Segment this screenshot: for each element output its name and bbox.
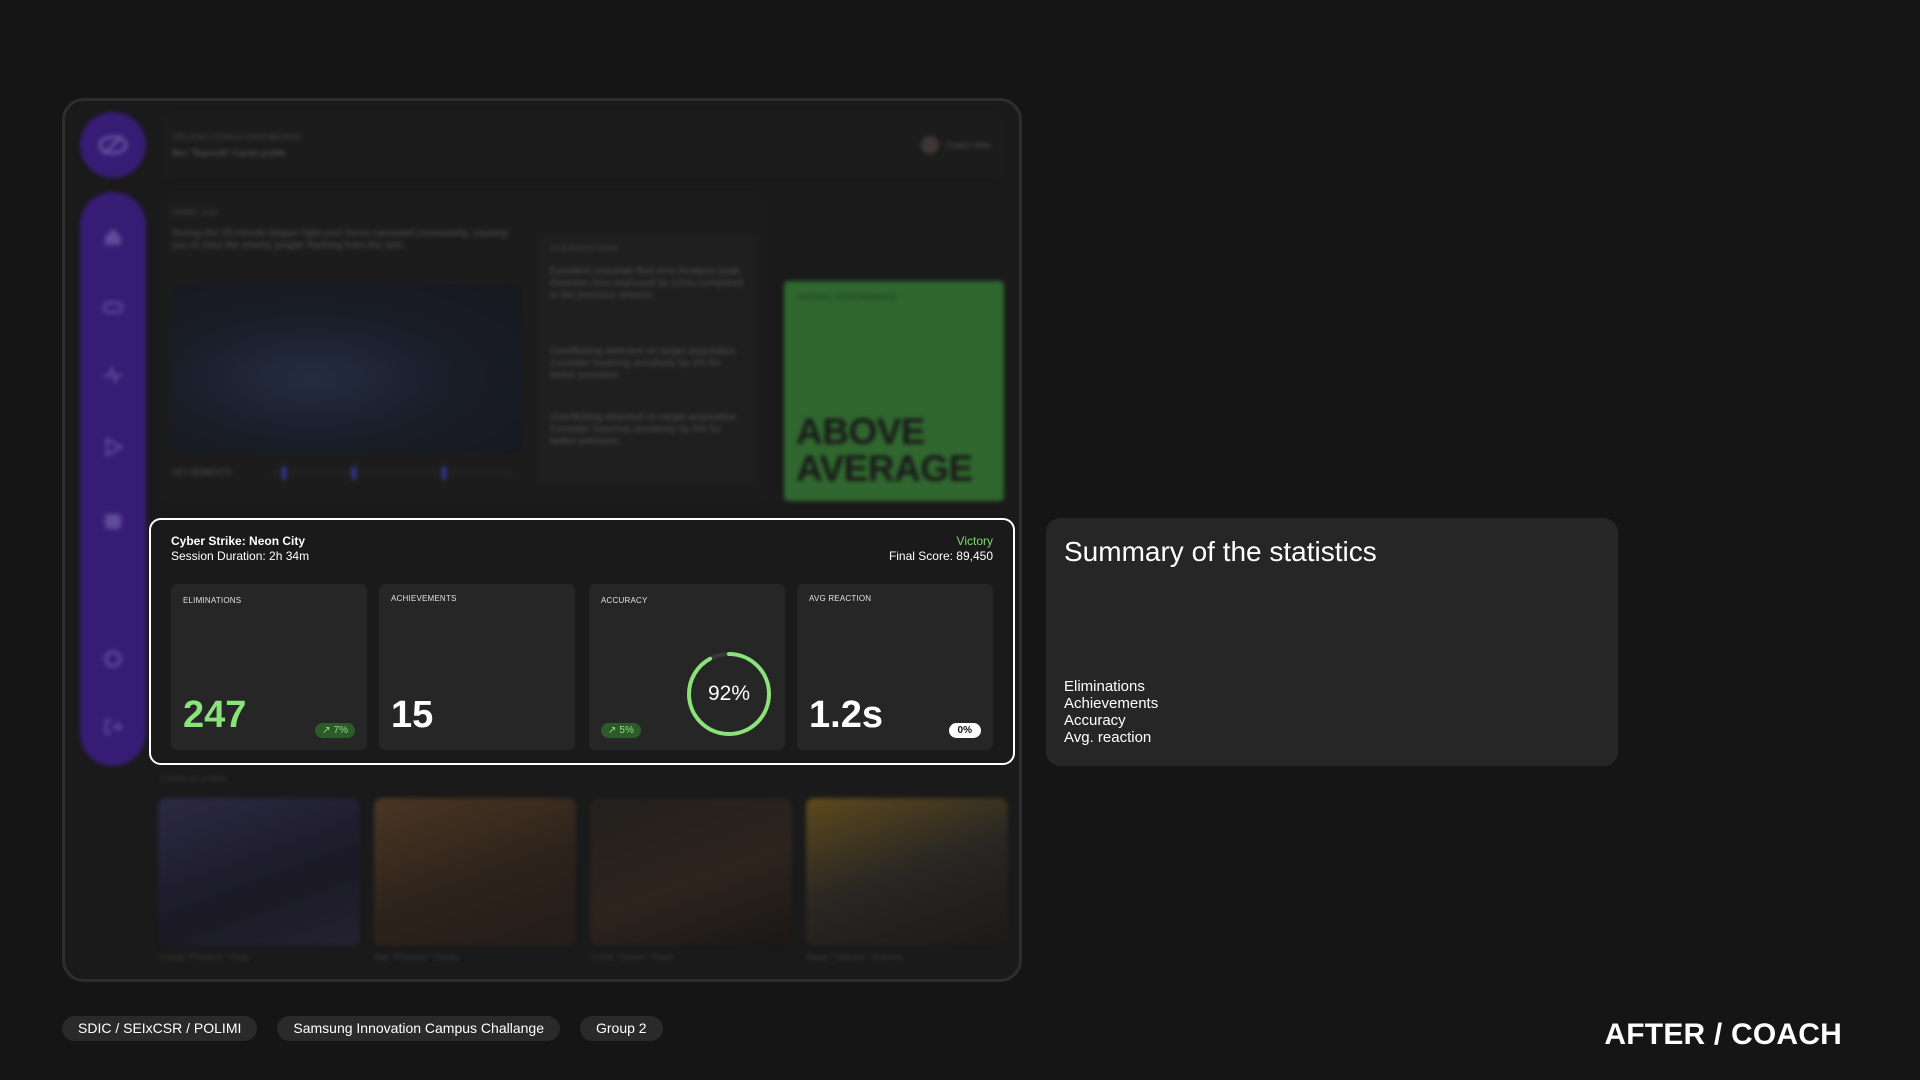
change-value: 0%	[957, 725, 972, 736]
eye-slash-logo-icon	[98, 134, 128, 156]
stat-label: ACCURACY	[601, 596, 648, 605]
game-description: During the 25-minute dragon fight your f…	[172, 228, 508, 251]
summary-item: Accuracy	[1064, 712, 1126, 729]
calendar-icon[interactable]	[102, 510, 124, 532]
stat-value: 1.2s	[809, 694, 883, 736]
stat-achievements: ACHIEVEMENTS 15	[379, 584, 575, 750]
change-badge: ↗ 5%	[601, 723, 641, 738]
ai-insights-panel: AI SUGGESTIONS Excellent crosshair flick…	[538, 234, 756, 484]
sidebar-nav	[80, 192, 146, 766]
session-duration: Session Duration: 2h 34m	[171, 549, 310, 563]
performance-rating: ABOVE AVERAGE	[796, 413, 973, 487]
timeline-marker[interactable]	[282, 466, 286, 480]
stat-avg-reaction: AVG REACTION 1.2s 0%	[797, 584, 993, 750]
header-label: SPLASH COACH DASHBOARD	[172, 132, 303, 142]
summary-item: Avg. reaction	[1064, 729, 1152, 746]
summary-item: Achievements	[1064, 695, 1159, 712]
stat-label: AVG REACTION	[809, 594, 872, 603]
player-name: Maya "Valkyrie" Sharma	[806, 952, 903, 962]
stat-eliminations: ELIMINATIONS 247 ↗ 7%	[171, 584, 367, 750]
stat-value: 247	[183, 694, 247, 736]
footer-chip: SDIC / SEIxCSR / POLIMI	[62, 1016, 258, 1041]
insight-item: Overflicking detected on target acquisit…	[550, 412, 739, 447]
stat-label: ACHIEVEMENTS	[391, 594, 457, 603]
insight-item: Overflicking detected on target acquisit…	[550, 346, 739, 381]
summary-item: Eliminations	[1064, 678, 1145, 695]
performance-line-1: ABOVE	[796, 411, 926, 452]
player-photo[interactable]	[590, 798, 792, 946]
session-summary-card: Cyber Strike: Neon City Session Duration…	[149, 518, 1015, 765]
summary-panel: Summary of the statistics Eliminations A…	[1046, 518, 1618, 766]
player-photo[interactable]	[374, 798, 576, 946]
player-name: Chloe "Ember" Reed	[590, 952, 673, 962]
slide-label: AFTER / COACH	[1604, 1018, 1842, 1051]
play-icon[interactable]	[102, 436, 124, 458]
insight-item: Excellent crosshair flick-time Analysis …	[550, 266, 743, 301]
user-profile[interactable]: Coach Alex	[921, 136, 991, 154]
user-name: Coach Alex	[945, 140, 991, 150]
change-badge: ↗ 7%	[315, 723, 355, 738]
activity-icon[interactable]	[102, 364, 124, 386]
stat-accuracy: ACCURACY 92% ↗ 5%	[589, 584, 785, 750]
players-tag: OTHER PLAYERS	[160, 775, 227, 784]
player-name: Chang "Phoenix" Yong	[158, 952, 249, 962]
final-score: Final Score: 89,450	[888, 549, 993, 563]
footer-chip: Samsung Innovation Campus Challange	[277, 1016, 560, 1041]
stat-label: ELIMINATIONS	[183, 596, 242, 605]
footer-chips: SDIC / SEIxCSR / POLIMI Samsung Innovati…	[62, 1016, 663, 1041]
game-tag: GAME / 1/10	[172, 208, 218, 217]
stat-value: 15	[391, 694, 434, 736]
timeline-marker[interactable]	[442, 466, 446, 480]
insights-header: AI SUGGESTIONS	[550, 244, 619, 253]
change-value: 5%	[619, 725, 634, 736]
match-result: Victory	[956, 534, 993, 548]
arrow-up-right-icon: ↗	[322, 725, 331, 736]
header-subtitle: Bex "Ryecroft" Camel profile	[172, 148, 286, 158]
performance-card: OVERALL PERFORMANCE ABOVE AVERAGE	[784, 281, 1004, 501]
avatar	[921, 136, 940, 154]
match-replay-video[interactable]	[172, 284, 522, 454]
change-value: 7%	[333, 725, 348, 736]
performance-line-2: AVERAGE	[796, 448, 973, 489]
app-logo[interactable]	[80, 112, 146, 178]
replay-timeline[interactable]: KEY MOMENTS	[172, 466, 522, 480]
logout-icon[interactable]	[102, 716, 124, 738]
timeline-label: KEY MOMENTS	[172, 468, 231, 477]
performance-header: OVERALL PERFORMANCE	[796, 293, 898, 302]
top-bar: SPLASH COACH DASHBOARD Bex "Ryecroft" Ca…	[160, 110, 1005, 180]
home-icon[interactable]	[102, 226, 124, 248]
accuracy-gauge: 92%	[685, 650, 773, 738]
arrow-up-right-icon: ↗	[608, 725, 617, 736]
summary-list: Eliminations Achievements Accuracy Avg. …	[1064, 678, 1158, 746]
timeline-track[interactable]	[272, 466, 512, 480]
gamepad-icon[interactable]	[102, 296, 124, 318]
accuracy-value: 92%	[707, 682, 751, 705]
player-photo[interactable]	[806, 798, 1008, 946]
game-panel: GAME / 1/10 During the 25-minute dragon …	[160, 194, 768, 504]
timeline-marker[interactable]	[352, 466, 356, 480]
footer-chip: Group 2	[579, 1016, 663, 1041]
player-photo[interactable]	[158, 798, 360, 946]
player-name: Mai "Phoenix" Tomas	[374, 952, 459, 962]
game-title: Cyber Strike: Neon City	[171, 534, 306, 548]
settings-icon[interactable]	[102, 648, 124, 670]
summary-title: Summary of the statistics	[1064, 536, 1377, 567]
change-badge: 0%	[948, 723, 981, 738]
